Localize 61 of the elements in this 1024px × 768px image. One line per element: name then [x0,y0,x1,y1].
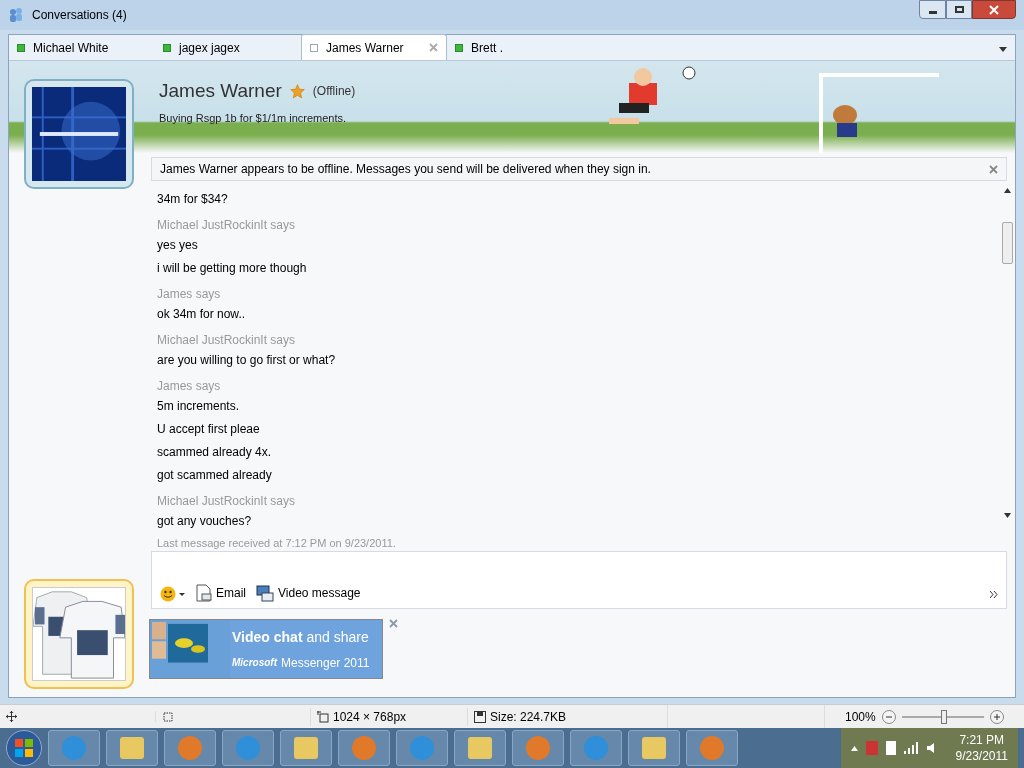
video-message-button[interactable]: Video message [256,584,361,602]
close-icon [989,4,999,15]
ad-headline: Video chat and share [232,627,370,647]
dimensions-icon [317,710,329,723]
scroll-up-icon[interactable] [1003,188,1011,193]
close-icon[interactable] [989,164,998,174]
close-icon[interactable] [429,43,438,52]
zoom-in-button[interactable] [989,709,1004,724]
scroll-thumb[interactable] [1001,222,1013,264]
document-icon [196,584,212,602]
close-button[interactable] [972,0,1016,19]
message-text: ok 34m for now.. [157,306,247,323]
window-title: Conversations (4) [32,7,127,24]
message-text: 34m for $34? [157,191,229,208]
people-icon [8,7,24,23]
conversation-tab[interactable]: jagex jagex [155,35,301,60]
sender-label: Michael JustRockinIt says [157,493,297,510]
contact-status: (Offline) [312,83,356,101]
zoom-level: 100% [845,708,876,726]
ad-brand: Microsoft [232,656,277,670]
message-text: got scammed already [157,467,273,484]
last-message-time: Last message received at 7:12 PM on 9/23/2011. [157,536,397,551]
message-text: yes yes [157,237,199,254]
message-text: scammed already 4x. [157,444,273,461]
move-icon [6,711,17,722]
email-button[interactable]: Email [196,584,246,602]
slider-thumb[interactable] [941,709,948,724]
message-text: U accept first pleae [157,421,261,438]
scroll-down-icon[interactable] [1003,513,1011,518]
signal-icon[interactable] [903,742,918,754]
sender-label: James says [157,378,222,395]
personal-message: Buying Rsgp 1b for $1/1m increments. [159,110,348,126]
image-dimensions: 1024 × 768px [333,708,407,726]
offline-notice: James Warner appears to be offline. Messages you send will be delivered when they sign in. [160,161,651,178]
smiley-icon[interactable] [160,586,186,602]
start-button[interactable] [6,730,42,766]
sender-label: Michael JustRockinIt says [157,217,297,234]
dropdown-icon[interactable] [999,47,1007,52]
sender-label: Michael JustRockinIt says [157,332,297,349]
close-icon[interactable] [389,619,398,628]
conversation-tab[interactable]: Michael White [9,35,155,60]
file-size: Size: 224.7KB [490,708,567,726]
sender-label: James says [157,286,222,303]
contact-name: James Warner [159,79,282,103]
selection-icon [162,711,173,722]
minimize-button[interactable] [919,0,946,19]
chevrons-icon[interactable] [990,591,998,598]
tray-expand-icon[interactable] [850,745,858,751]
message-text: got any vouches? [157,513,253,530]
conversation-tab[interactable]: James Warner [301,34,447,60]
ad-product: Messenger 2011 [281,654,370,672]
conversation-tab[interactable]: Brett . [447,35,593,60]
message-text: i will be getting more though [157,260,308,277]
message-text: 5m increments. [157,398,241,415]
windows-logo-icon [14,738,34,758]
star-icon[interactable] [289,83,305,99]
monitor-icon [256,584,274,602]
zoom-slider[interactable] [901,709,984,724]
message-text: are you willing to go first or what? [157,352,337,369]
maximize-button[interactable] [946,0,972,19]
zoom-out-button[interactable] [881,709,896,724]
